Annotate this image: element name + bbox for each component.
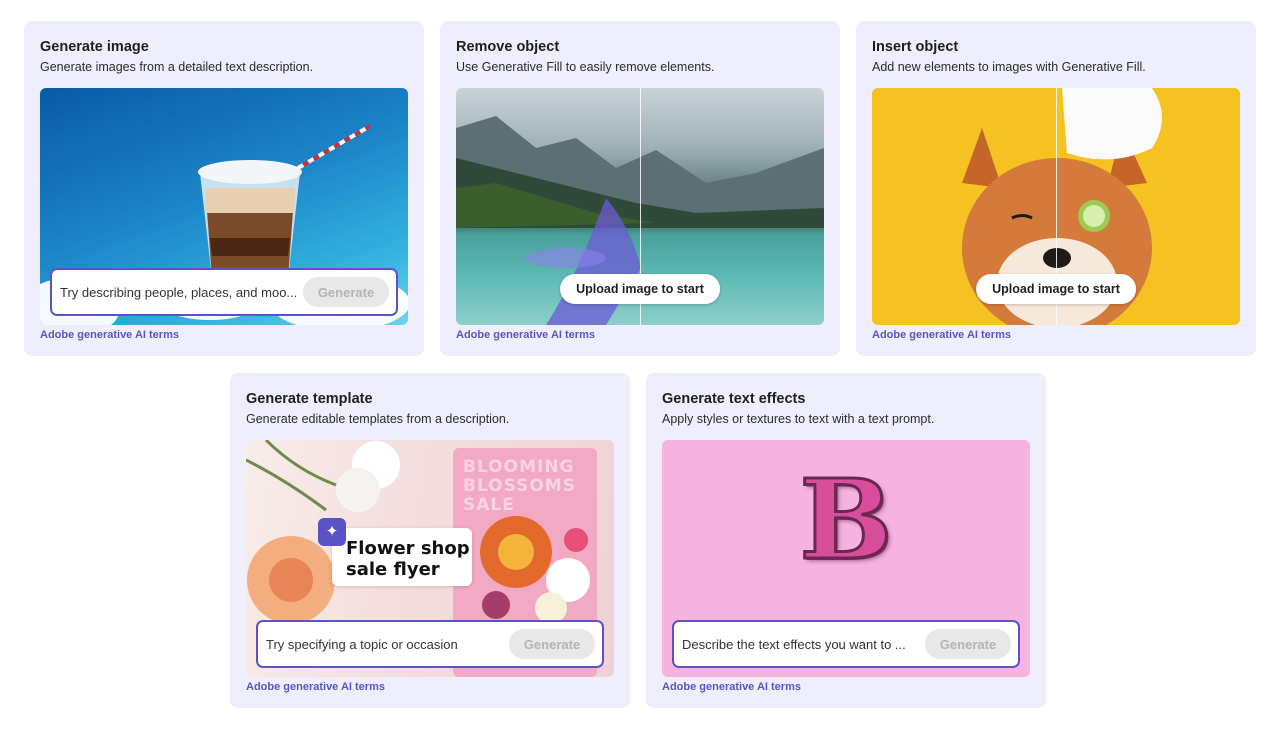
bubble-text-line2: sale flyer [346,559,440,580]
card-description: Generate images from a detailed text des… [40,60,314,74]
prompt-bar: Generate [50,268,398,316]
shiba-dog-image: Upload image to start [872,88,1240,325]
sparkle-icon: ✦ [318,518,346,546]
flower-template-image: BLOOMING BLOSSOMS SALE Flower shop sale … [246,440,614,677]
card-description: Add new elements to images with Generati… [872,60,1146,74]
generate-button[interactable]: Generate [925,629,1011,659]
ai-terms-link[interactable]: Adobe generative AI terms [456,329,595,341]
card-generate-text-effects: Generate text effects Apply styles or te… [646,373,1046,708]
ai-terms-link[interactable]: Adobe generative AI terms [40,329,179,341]
upload-image-button[interactable]: Upload image to start [976,274,1136,304]
lake-image: Upload image to start [456,88,824,325]
prompt-input[interactable] [60,282,296,302]
bubble-text-line1: Flower shop [346,538,470,559]
card-title: Remove object [456,39,560,55]
generate-button[interactable]: Generate [509,629,595,659]
template-prompt-bubble: Flower shop sale flyer [332,528,472,586]
card-description: Generate editable templates from a descr… [246,412,510,426]
upload-image-button[interactable]: Upload image to start [560,274,720,304]
flyer-headline: BLOOMING BLOSSOMS SALE [463,457,576,515]
text-effect-image: B Generate [662,440,1030,677]
card-description: Apply styles or textures to text with a … [662,412,935,426]
card-title: Insert object [872,39,959,55]
card-remove-object: Remove object Use Generative Fill to eas… [440,21,840,356]
prompt-bar: Generate [256,620,604,668]
card-generate-image: Generate image Generate images from a de… [24,21,424,356]
card-generate-template: Generate template Generate editable temp… [230,373,630,708]
ai-terms-link[interactable]: Adobe generative AI terms [246,681,385,693]
card-title: Generate text effects [662,391,806,407]
prompt-input[interactable] [682,634,918,654]
card-insert-object: Insert object Add new elements to images… [856,21,1256,356]
iced-coffee-image: Generate [40,88,408,325]
ai-terms-link[interactable]: Adobe generative AI terms [872,329,1011,341]
prompt-input[interactable] [266,634,502,654]
card-description: Use Generative Fill to easily remove ele… [456,60,715,74]
card-title: Generate image [40,39,149,55]
card-title: Generate template [246,391,373,407]
ai-terms-link[interactable]: Adobe generative AI terms [662,681,801,693]
balloon-letter: B [798,455,894,584]
prompt-bar: Generate [672,620,1020,668]
generate-button[interactable]: Generate [303,277,389,307]
